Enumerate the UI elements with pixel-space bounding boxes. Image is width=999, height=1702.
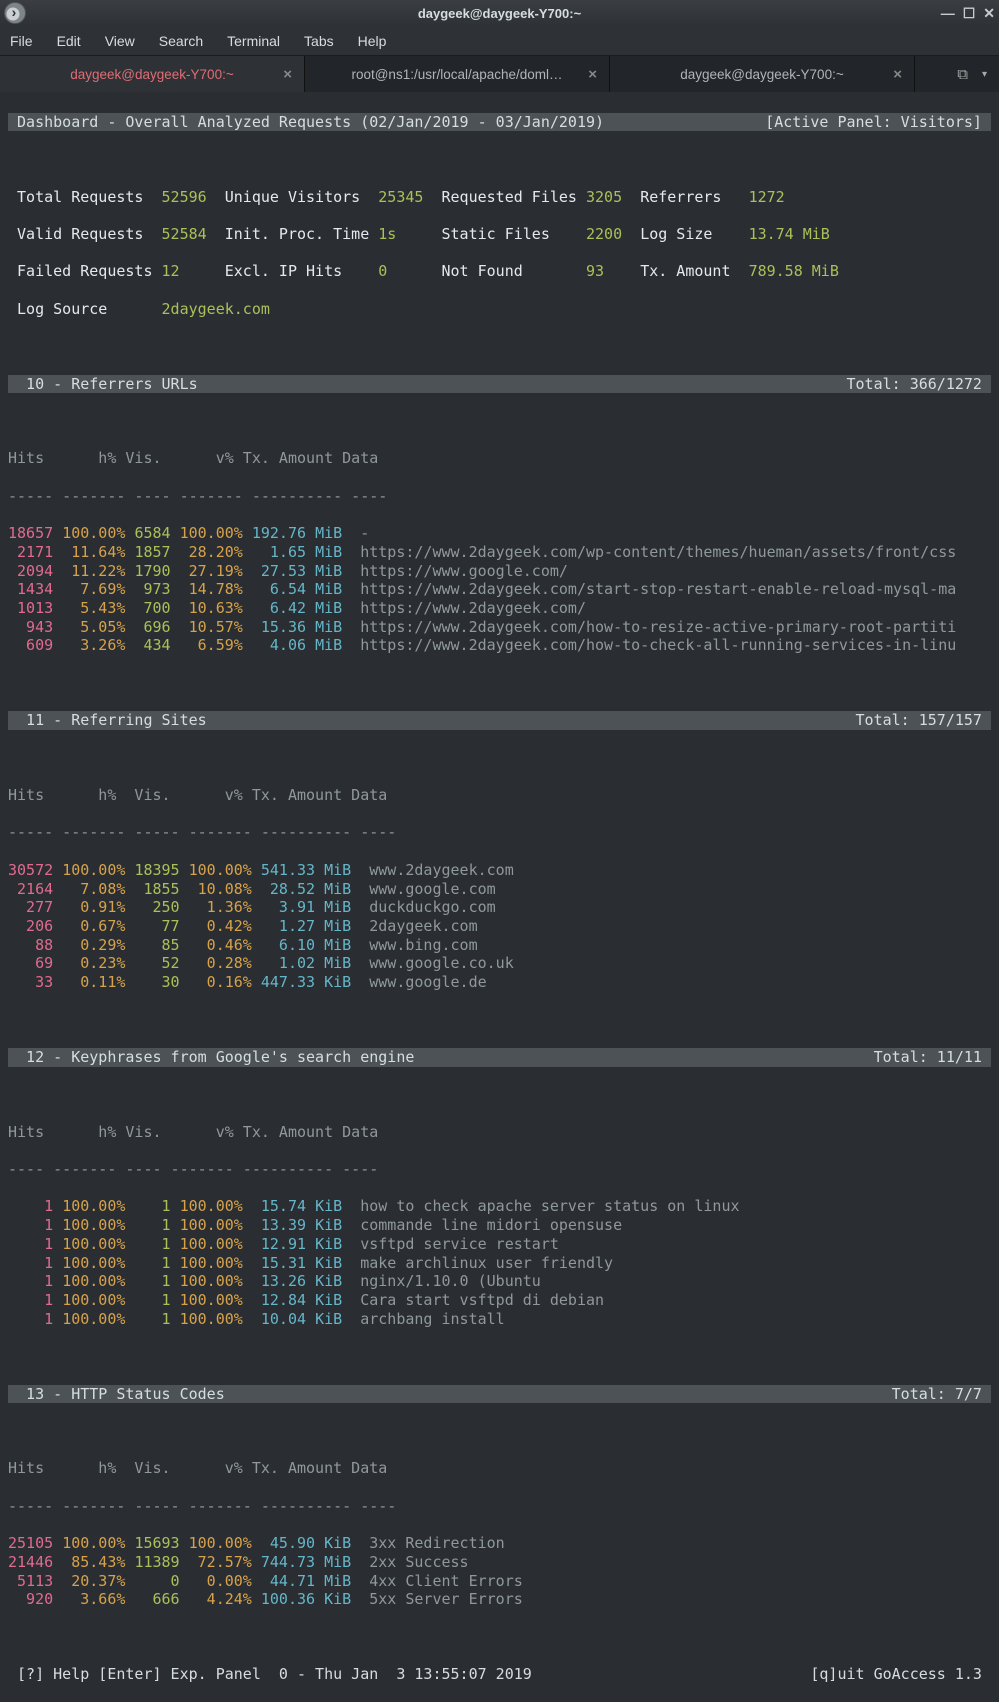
table-row: 69 0.23% 52 0.28% 1.02 MiB www.google.co… bbox=[8, 954, 991, 973]
menu-file[interactable]: File bbox=[10, 33, 33, 49]
panel-12-header: 12 - Keyphrases from Google's search eng… bbox=[8, 1048, 991, 1067]
tab-1[interactable]: daygeek@daygeek-Y700:~ × bbox=[0, 56, 305, 92]
menu-tabs[interactable]: Tabs bbox=[304, 33, 334, 49]
tab-bar: daygeek@daygeek-Y700:~ × root@ns1:/usr/l… bbox=[0, 56, 999, 92]
table-row: 21446 85.43% 11389 72.57% 744.73 MiB 2xx… bbox=[8, 1553, 991, 1572]
menu-search[interactable]: Search bbox=[159, 33, 203, 49]
footer-bar: [?] Help [Enter] Exp. Panel 0 - Thu Jan … bbox=[8, 1665, 991, 1684]
tab-3[interactable]: daygeek@daygeek-Y700:~ × bbox=[610, 56, 915, 92]
close-icon[interactable]: × bbox=[588, 66, 597, 83]
table-row: 1 100.00% 1 100.00% 13.39 KiB commande l… bbox=[8, 1216, 991, 1235]
new-tab-icon[interactable]: ⧉ bbox=[957, 66, 968, 83]
table-row: 1 100.00% 1 100.00% 15.31 KiB make archl… bbox=[8, 1254, 991, 1273]
dashboard-header: Dashboard - Overall Analyzed Requests (0… bbox=[8, 113, 991, 132]
columns-header: Hits h% Vis. v% Tx. Amount Data bbox=[8, 1459, 991, 1478]
stats-row-2: Valid Requests 52584 Init. Proc. Time 1s… bbox=[8, 225, 991, 244]
table-row: 1 100.00% 1 100.00% 15.74 KiB how to che… bbox=[8, 1197, 991, 1216]
table-row: 33 0.11% 30 0.16% 447.33 KiB www.google.… bbox=[8, 973, 991, 992]
stats-row-3: Failed Requests 12 Excl. IP Hits 0 Not F… bbox=[8, 262, 991, 281]
columns-header: Hits h% Vis. v% Tx. Amount Data bbox=[8, 786, 991, 805]
table-row: 206 0.67% 77 0.42% 1.27 MiB 2daygeek.com bbox=[8, 917, 991, 936]
window-title: daygeek@daygeek-Y700:~ bbox=[0, 6, 999, 21]
table-row: 943 5.05% 696 10.57% 15.36 MiB https://w… bbox=[8, 618, 991, 637]
table-row: 1013 5.43% 700 10.63% 6.42 MiB https://w… bbox=[8, 599, 991, 618]
panel-11-header: 11 - Referring SitesTotal: 157/157 bbox=[8, 711, 991, 730]
terminal-output[interactable]: Dashboard - Overall Analyzed Requests (0… bbox=[0, 92, 999, 1702]
close-icon[interactable]: × bbox=[893, 66, 902, 83]
tabs-dropdown-icon[interactable]: ▾ bbox=[982, 69, 987, 80]
table-row: 1 100.00% 1 100.00% 12.84 KiB Cara start… bbox=[8, 1291, 991, 1310]
table-row: 25105 100.00% 15693 100.00% 45.90 KiB 3x… bbox=[8, 1534, 991, 1553]
columns-header: Hits h% Vis. v% Tx. Amount Data bbox=[8, 1123, 991, 1142]
table-row: 30572 100.00% 18395 100.00% 541.33 MiB w… bbox=[8, 861, 991, 880]
menu-terminal[interactable]: Terminal bbox=[227, 33, 280, 49]
table-row: 2171 11.64% 1857 28.20% 1.65 MiB https:/… bbox=[8, 543, 991, 562]
tab-label: daygeek@daygeek-Y700:~ bbox=[680, 67, 843, 82]
rule: ----- ------- ----- ------- ---------- -… bbox=[8, 823, 991, 842]
table-row: 609 3.26% 434 6.59% 4.06 MiB https://www… bbox=[8, 636, 991, 655]
columns-header: Hits h% Vis. v% Tx. Amount Data bbox=[8, 449, 991, 468]
table-row: 1 100.00% 1 100.00% 13.26 KiB nginx/1.10… bbox=[8, 1272, 991, 1291]
menubar: File Edit View Search Terminal Tabs Help bbox=[0, 26, 999, 56]
menu-view[interactable]: View bbox=[105, 33, 135, 49]
window-titlebar: daygeek@daygeek-Y700:~ — ☐ ✕ bbox=[0, 0, 999, 26]
menu-help[interactable]: Help bbox=[358, 33, 387, 49]
table-row: 18657 100.00% 6584 100.00% 192.76 MiB - bbox=[8, 524, 991, 543]
table-row: 920 3.66% 666 4.24% 100.36 KiB 5xx Serve… bbox=[8, 1590, 991, 1609]
table-row: 1434 7.69% 973 14.78% 6.54 MiB https://w… bbox=[8, 580, 991, 599]
tab-label: root@ns1:/usr/local/apache/doml… bbox=[351, 67, 562, 82]
rule: ----- ------- ----- ------- ---------- -… bbox=[8, 1497, 991, 1516]
table-row: 2094 11.22% 1790 27.19% 27.53 MiB https:… bbox=[8, 562, 991, 581]
panel-10-header: 10 - Referrers URLsTotal: 366/1272 bbox=[8, 375, 991, 394]
table-row: 277 0.91% 250 1.36% 3.91 MiB duckduckgo.… bbox=[8, 898, 991, 917]
table-row: 2164 7.08% 1855 10.08% 28.52 MiB www.goo… bbox=[8, 880, 991, 899]
tab-2[interactable]: root@ns1:/usr/local/apache/doml… × bbox=[305, 56, 610, 92]
table-row: 1 100.00% 1 100.00% 10.04 KiB archbang i… bbox=[8, 1310, 991, 1329]
table-row: 5113 20.37% 0 0.00% 44.71 MiB 4xx Client… bbox=[8, 1572, 991, 1591]
menu-edit[interactable]: Edit bbox=[57, 33, 81, 49]
table-row: 1 100.00% 1 100.00% 12.91 KiB vsftpd ser… bbox=[8, 1235, 991, 1254]
minimize-button[interactable]: — bbox=[941, 5, 955, 22]
close-button[interactable]: ✕ bbox=[983, 5, 995, 22]
stats-row-1: Total Requests 52596 Unique Visitors 253… bbox=[8, 188, 991, 207]
maximize-button[interactable]: ☐ bbox=[963, 5, 976, 22]
rule: ---- ------- ---- ------- ---------- ---… bbox=[8, 1160, 991, 1179]
close-icon[interactable]: × bbox=[283, 66, 292, 83]
table-row: 88 0.29% 85 0.46% 6.10 MiB www.bing.com bbox=[8, 936, 991, 955]
rule: ----- ------- ---- ------- ---------- --… bbox=[8, 487, 991, 506]
tab-label: daygeek@daygeek-Y700:~ bbox=[70, 67, 233, 82]
stats-row-4: Log Source 2daygeek.com bbox=[8, 300, 991, 319]
panel-13-header: 13 - HTTP Status CodesTotal: 7/7 bbox=[8, 1385, 991, 1404]
